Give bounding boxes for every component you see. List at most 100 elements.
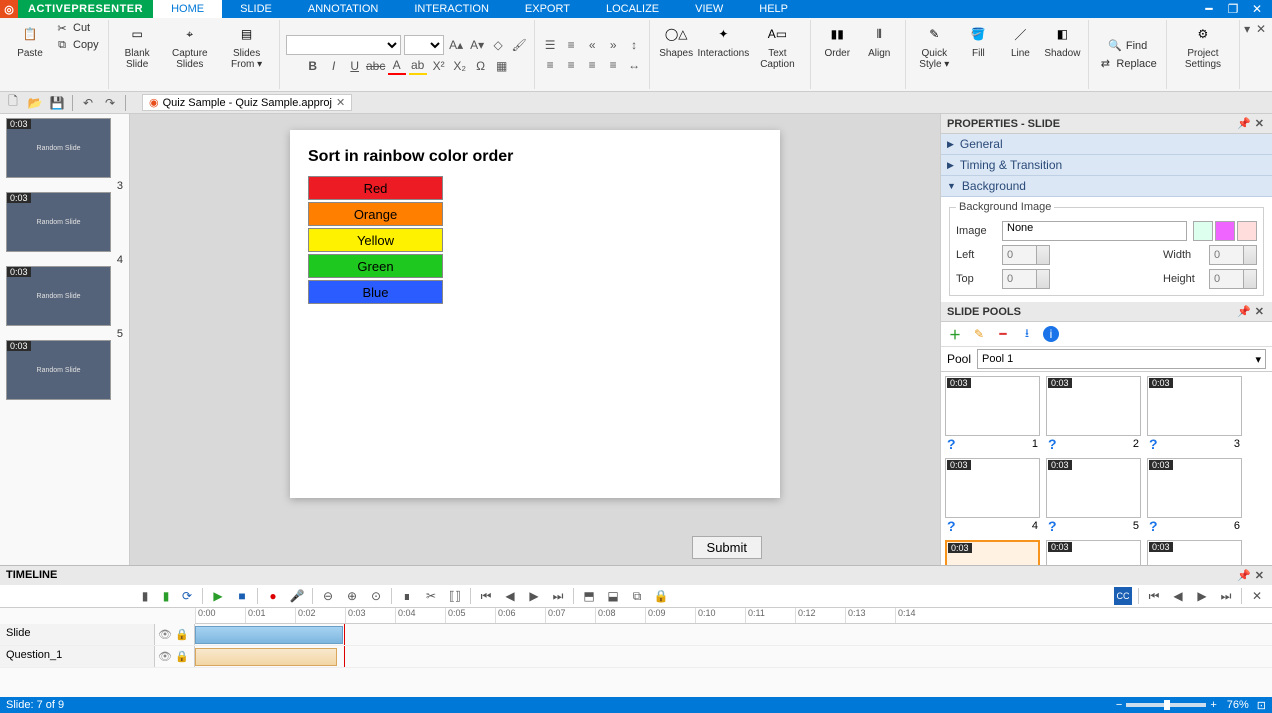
zoom-in-icon[interactable]: + <box>1210 699 1216 711</box>
timeline-view3-icon[interactable]: ⟳ <box>178 587 196 605</box>
close-panel-icon[interactable]: ✕ <box>1253 570 1266 582</box>
line-button[interactable]: ／Line <box>1000 20 1040 61</box>
pool-thumb[interactable]: 0:03 ?2 <box>1046 376 1141 452</box>
tab-annotation[interactable]: ANNOTATION <box>290 0 396 18</box>
timeline-view1-icon[interactable]: ▮ <box>136 587 154 605</box>
document-tab[interactable]: ◉ Quiz Sample - Quiz Sample.approj ✕ <box>142 94 352 111</box>
tab-localize[interactable]: LOCALIZE <box>588 0 677 18</box>
timeline-clip-question[interactable] <box>195 648 337 666</box>
capture-slides-button[interactable]: ⌖Capture Slides <box>162 20 218 72</box>
pool-thumb[interactable]: 0:03 ?9 <box>1147 540 1242 565</box>
align-button[interactable]: ⫴Align <box>859 20 899 61</box>
add-pool-icon[interactable]: ＋ <box>947 326 963 342</box>
copy-button[interactable]: ⧉Copy <box>52 37 102 53</box>
info-icon[interactable]: i <box>1043 326 1059 342</box>
shapes-button[interactable]: ◯△Shapes <box>656 20 696 61</box>
pin-icon[interactable]: 📌 <box>1235 118 1253 130</box>
align-right-icon[interactable]: ≡ <box>583 56 601 74</box>
timeline-close-icon[interactable]: ✕ <box>1248 587 1266 605</box>
visibility-icon[interactable]: 👁 <box>158 628 172 642</box>
interactions-button[interactable]: ✦Interactions <box>698 20 748 61</box>
submit-button[interactable]: Submit <box>692 536 762 559</box>
lock-track-icon[interactable]: 🔒 <box>175 650 189 664</box>
edit-pool-icon[interactable]: ✎ <box>971 326 987 342</box>
pool-thumb[interactable]: 0:03 ?6 <box>1147 458 1242 534</box>
underline-icon[interactable]: U <box>346 57 364 75</box>
text-caption-button[interactable]: A▭Text Caption <box>751 20 805 72</box>
step-prev-end-icon[interactable]: ⏮ <box>1145 587 1163 605</box>
strike-icon[interactable]: abc <box>367 57 385 75</box>
cc-icon[interactable]: CC <box>1114 587 1132 605</box>
mic-icon[interactable]: 🎤 <box>288 587 306 605</box>
slide-thumb[interactable]: Random Slide 0:03 5 <box>6 266 123 326</box>
next-icon[interactable]: ▶ <box>525 587 543 605</box>
timeline-clip-slide[interactable] <box>195 626 343 644</box>
slide-preview[interactable]: Sort in rainbow color order RedOrangeYel… <box>290 130 780 498</box>
browse-image-icon[interactable] <box>1193 221 1213 241</box>
font-color-icon[interactable]: A <box>388 57 406 75</box>
italic-icon[interactable]: I <box>325 57 343 75</box>
split-icon[interactable]: ✂ <box>422 587 440 605</box>
symbol-icon[interactable]: Ω <box>472 57 490 75</box>
pool-thumb[interactable]: 0:03 ?8 <box>1046 540 1141 565</box>
slide-thumb[interactable]: Random Slide 0:03 4 <box>6 192 123 252</box>
bullets-icon[interactable]: ☰ <box>541 36 559 54</box>
new-icon[interactable]: 🗋 <box>4 94 22 112</box>
group-icon[interactable]: ⧉ <box>628 587 646 605</box>
pin-icon[interactable]: 📌 <box>1235 570 1253 582</box>
image-value[interactable]: None <box>1002 221 1187 241</box>
close-panel-icon[interactable]: ✕ <box>1253 118 1266 130</box>
slide-thumb[interactable]: Random Slide 0:03 <box>6 340 123 400</box>
shadow-button[interactable]: ◧Shadow <box>1042 20 1082 61</box>
grow-font-icon[interactable]: A▴ <box>447 36 465 54</box>
close-ribbon-icon[interactable]: ✕ <box>1254 20 1268 38</box>
step-next-end-icon[interactable]: ⏭ <box>1217 587 1235 605</box>
record-icon[interactable]: ● <box>264 587 282 605</box>
slide-thumb[interactable]: Random Slide 0:03 3 <box>6 118 123 178</box>
tab-view[interactable]: VIEW <box>677 0 741 18</box>
step-next-icon[interactable]: ▶ <box>1193 587 1211 605</box>
import-icon[interactable]: ⭳ <box>1019 326 1035 342</box>
clear-format-icon[interactable]: ◇ <box>489 36 507 54</box>
collapse-ribbon-icon[interactable]: ▾ <box>1240 20 1254 38</box>
decrease-indent-icon[interactable]: « <box>583 36 601 54</box>
accordion-timing[interactable]: ▶Timing & Transition <box>941 155 1272 176</box>
undo-icon[interactable]: ↶ <box>79 94 97 112</box>
sort-item[interactable]: Green <box>308 254 443 278</box>
close-icon[interactable]: ✕ <box>1250 2 1264 16</box>
superscript-icon[interactable]: X² <box>430 57 448 75</box>
zoom-out-icon[interactable]: − <box>1116 699 1122 711</box>
next-end-icon[interactable]: ⏭ <box>549 587 567 605</box>
redo-icon[interactable]: ↷ <box>101 94 119 112</box>
sort-item[interactable]: Orange <box>308 202 443 226</box>
marker-icon[interactable]: ⬒ <box>580 587 598 605</box>
lock-icon[interactable]: 🔒 <box>652 587 670 605</box>
align-left-icon[interactable]: ≡ <box>541 56 559 74</box>
increase-indent-icon[interactable]: » <box>604 36 622 54</box>
delete-pool-icon[interactable]: ━ <box>995 326 1011 342</box>
snap-icon[interactable]: ∎ <box>398 587 416 605</box>
left-input[interactable]: 0 <box>1002 245 1050 265</box>
restore-icon[interactable]: ❐ <box>1226 2 1240 16</box>
quick-style-button[interactable]: ✎Quick Style ▾ <box>912 20 956 72</box>
highlight-icon[interactable]: ab <box>409 57 427 75</box>
marker2-icon[interactable]: ⬓ <box>604 587 622 605</box>
cut-button[interactable]: ✂Cut <box>52 20 102 36</box>
replace-button[interactable]: ⇄Replace <box>1095 56 1159 72</box>
minimize-icon[interactable]: ━ <box>1202 2 1216 16</box>
order-button[interactable]: ▮▮Order <box>817 20 857 61</box>
tab-help[interactable]: HELP <box>741 0 806 18</box>
visibility-icon[interactable]: 👁 <box>158 650 172 664</box>
width-input[interactable]: 0 <box>1209 245 1257 265</box>
slides-from-button[interactable]: ▤Slides From ▾ <box>220 20 273 72</box>
sort-item[interactable]: Yellow <box>308 228 443 252</box>
zoom-out-timeline-icon[interactable]: ⊖ <box>319 587 337 605</box>
step-prev-icon[interactable]: ◀ <box>1169 587 1187 605</box>
tab-slide[interactable]: SLIDE <box>222 0 290 18</box>
play-icon[interactable]: ▶ <box>209 587 227 605</box>
pool-thumb[interactable]: 0:03 ?1 <box>945 376 1040 452</box>
clear-image-icon[interactable] <box>1237 221 1257 241</box>
accordion-background[interactable]: ▼Background <box>941 176 1272 197</box>
pool-thumb[interactable]: 0:03 ?4 <box>945 458 1040 534</box>
pool-thumb[interactable]: 0:03 ?7 <box>945 540 1040 565</box>
